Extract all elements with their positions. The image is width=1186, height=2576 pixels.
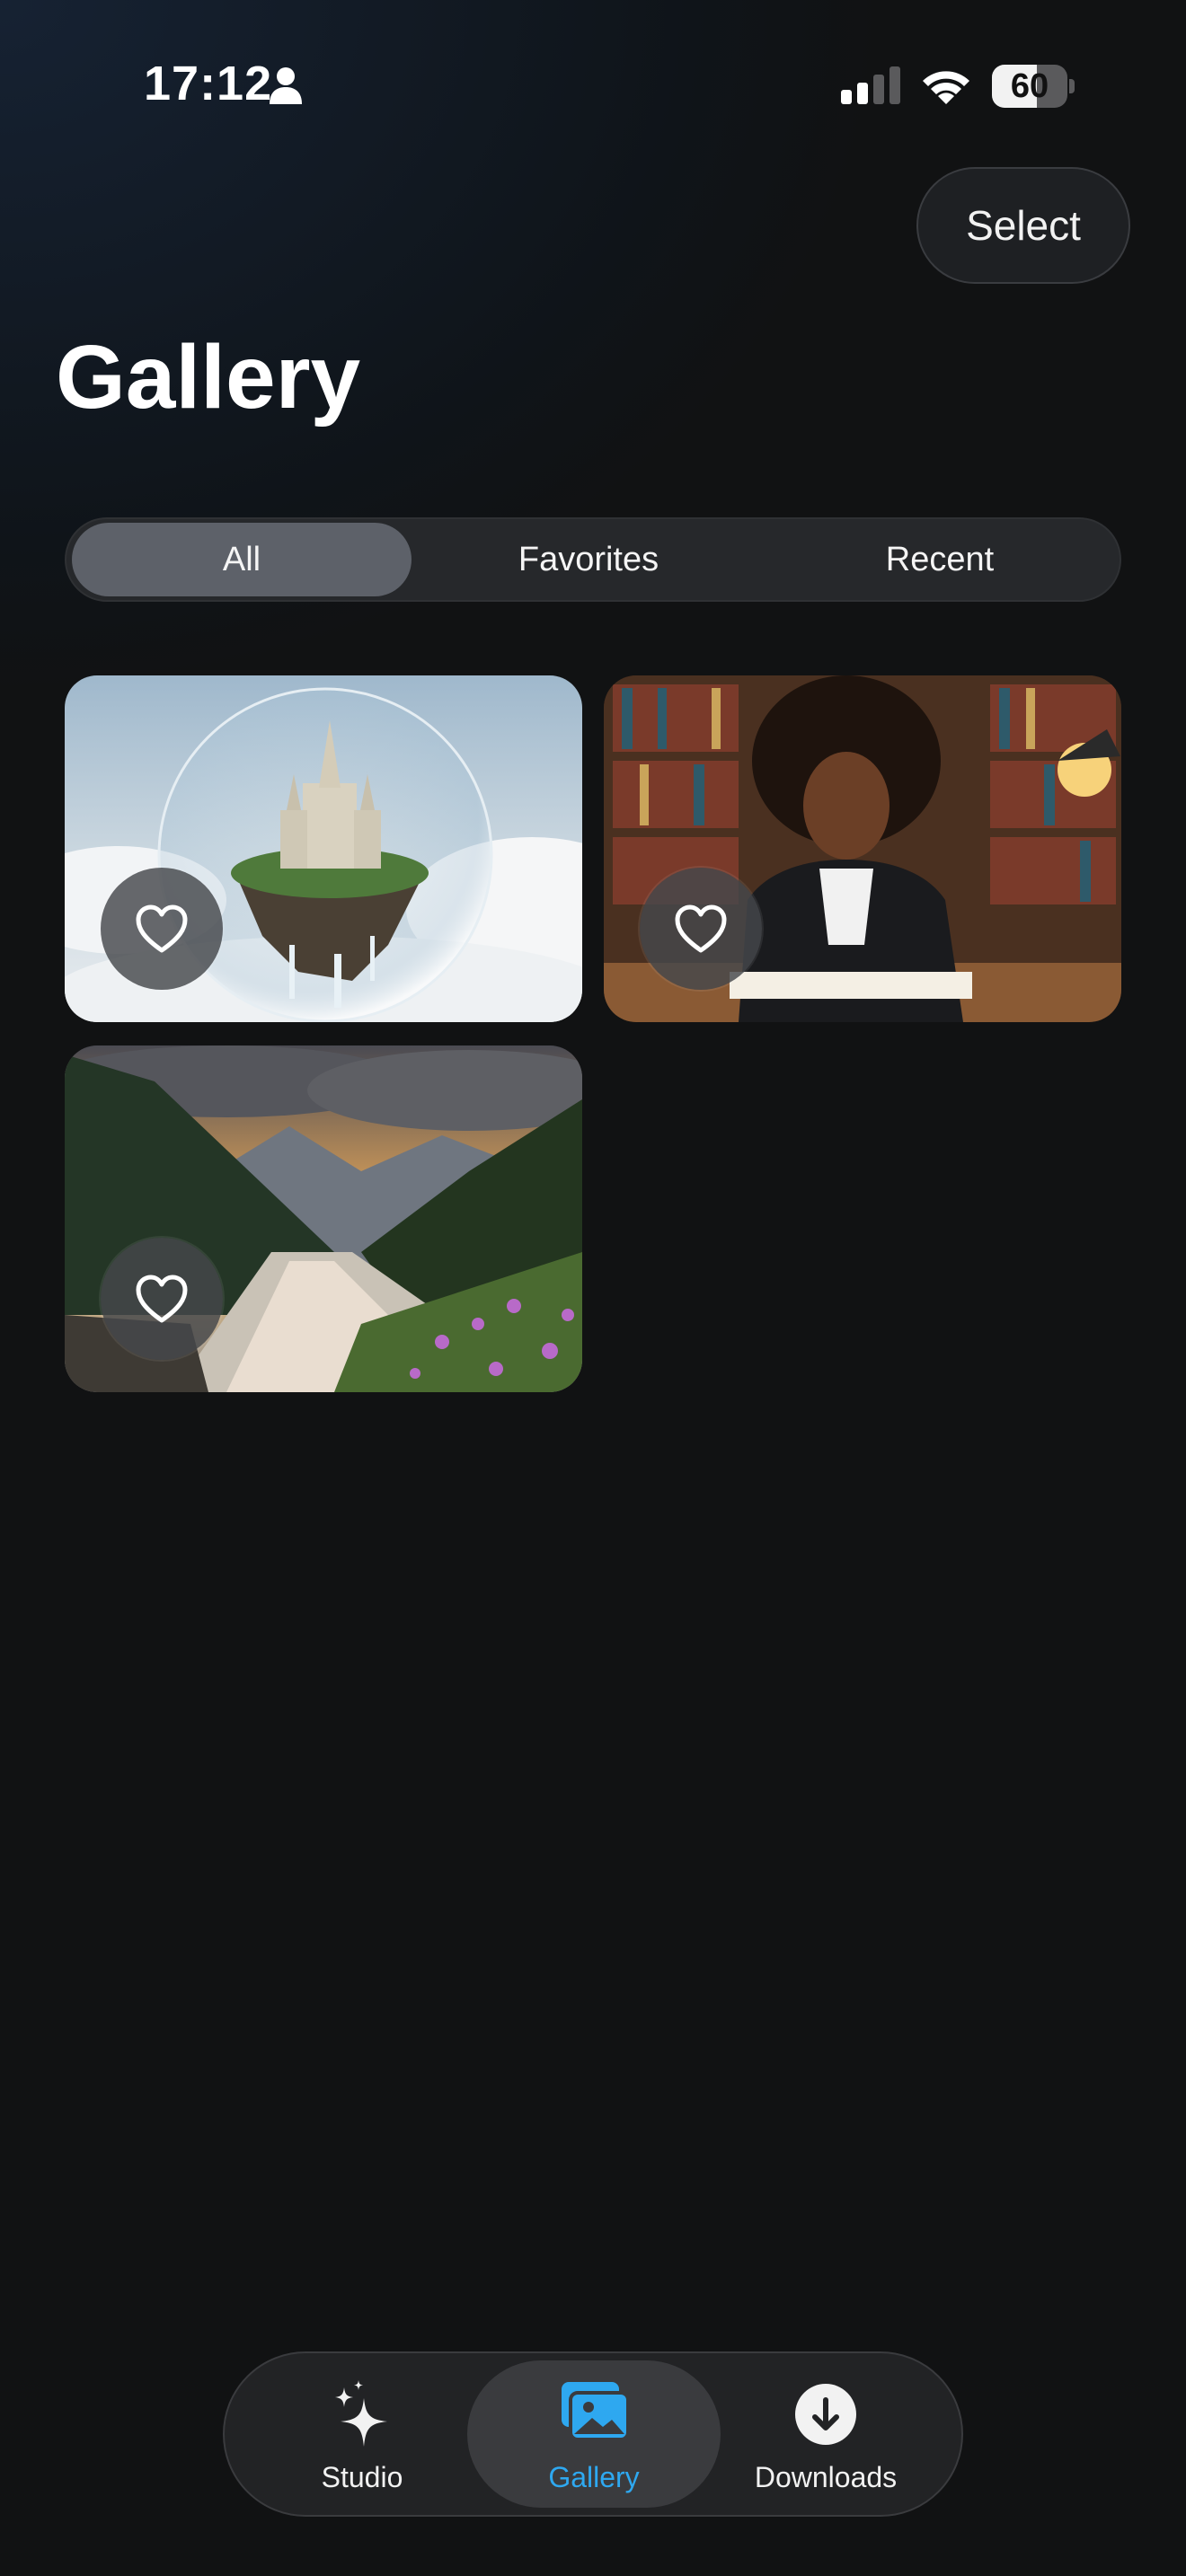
heart-icon (136, 904, 188, 953)
favorite-button[interactable] (101, 868, 223, 990)
photos-icon (562, 2382, 630, 2441)
tab-studio-label: Studio (321, 2461, 403, 2493)
cellular-signal-icon (841, 66, 900, 104)
gallery-card-castle[interactable] (65, 675, 582, 1022)
bottom-tab-bar: Studio Gallery Downloads (223, 2351, 963, 2517)
battery-indicator: 60 (992, 65, 1075, 108)
favorite-button[interactable] (101, 1238, 223, 1360)
favorite-button[interactable] (640, 868, 762, 990)
heart-icon (675, 904, 727, 953)
tab-downloads-label: Downloads (754, 2461, 898, 2493)
page-title: Gallery (56, 327, 361, 428)
sparkles-icon (335, 2380, 387, 2447)
tab-all[interactable]: All (72, 523, 412, 596)
tab-recent[interactable]: Recent (766, 523, 1114, 596)
person-icon (270, 67, 302, 104)
heart-icon (136, 1275, 188, 1323)
filter-segmented-control: All Favorites Recent (65, 517, 1121, 602)
gallery-card-library[interactable] (604, 675, 1121, 1022)
battery-percentage: 60 (1010, 67, 1049, 105)
tab-gallery[interactable]: Gallery (467, 2360, 721, 2508)
status-bar: 17:12 60 (0, 0, 1186, 171)
select-button[interactable]: Select (916, 167, 1130, 284)
wifi-icon (923, 71, 969, 104)
download-circle-icon (795, 2384, 856, 2445)
tab-studio[interactable]: Studio (235, 2360, 489, 2508)
tab-gallery-label: Gallery (548, 2461, 640, 2493)
gallery-card-river[interactable] (65, 1045, 582, 1392)
status-time: 17:12 (144, 57, 273, 110)
tab-downloads[interactable]: Downloads (699, 2360, 952, 2508)
tab-favorites[interactable]: Favorites (419, 523, 758, 596)
